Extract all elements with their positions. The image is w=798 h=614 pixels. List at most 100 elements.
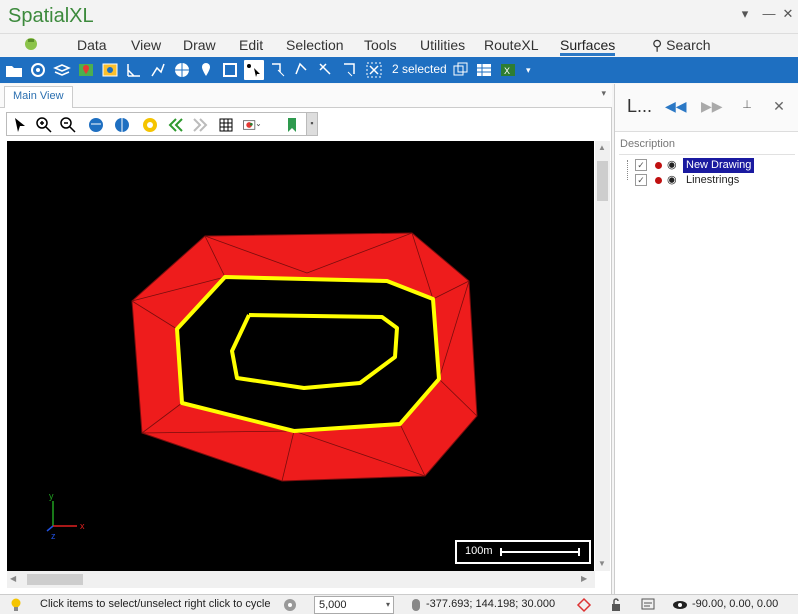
select-pointer-icon[interactable]: [244, 60, 264, 80]
scroll-up-arrow-icon[interactable]: ▲: [598, 143, 606, 152]
tab-tools[interactable]: Tools: [364, 36, 397, 56]
scroll-left-arrow-icon[interactable]: ◀: [10, 574, 16, 583]
clear-selection-icon[interactable]: [364, 60, 384, 80]
svg-text:X: X: [504, 66, 510, 76]
vertical-scrollbar[interactable]: ▲ ▼: [595, 141, 610, 571]
globe-icon[interactable]: [172, 60, 192, 80]
vertex-edit-icon[interactable]: [268, 60, 288, 80]
layer-row-linestrings[interactable]: ✓ ◉ Linestrings: [625, 173, 795, 188]
layers-panel-header: L... ◀◀ ▶▶ ⊥ ✕: [615, 84, 798, 132]
close-button[interactable]: ✕: [776, 4, 798, 24]
pointer-icon[interactable]: [10, 115, 30, 135]
vertex-remove-icon[interactable]: [340, 60, 360, 80]
status-bar: Click items to select/unselect right cli…: [0, 594, 798, 614]
tab-edit[interactable]: Edit: [239, 36, 263, 56]
panel-close-icon[interactable]: ✕: [769, 98, 789, 116]
scale-bar-line: [500, 548, 580, 556]
selection-count: 2 selected: [392, 62, 447, 76]
description-header: Description: [620, 138, 676, 150]
previous-view-icon[interactable]: [166, 115, 186, 135]
scale-wheel-icon: [282, 597, 298, 613]
zoom-in-icon[interactable]: [34, 115, 54, 135]
vertex-add-icon[interactable]: [316, 60, 336, 80]
zoom-layer-globe-icon[interactable]: [112, 115, 132, 135]
collapse-left-icon[interactable]: ◀◀: [665, 98, 687, 116]
document-tabbar: Main View ▾: [0, 84, 612, 108]
map-pin-icon[interactable]: [76, 60, 96, 80]
zoom-out-icon[interactable]: [58, 115, 78, 135]
outer-linestring[interactable]: [175, 275, 441, 433]
scale-value: 5,000: [319, 599, 347, 611]
tab-data[interactable]: Data: [77, 36, 107, 56]
axis-indicator: y x z: [46, 491, 85, 541]
tab-selection[interactable]: Selection: [286, 36, 344, 56]
layer-visibility-checkbox[interactable]: ✓: [635, 174, 647, 186]
vertex-move-icon[interactable]: [292, 60, 312, 80]
layer-visibility-checkbox[interactable]: ✓: [635, 159, 647, 171]
layers-panel-title: L...: [627, 96, 653, 116]
tab-main-view[interactable]: Main View: [4, 86, 73, 108]
export-excel-icon[interactable]: X: [498, 60, 518, 80]
lock-icon[interactable]: [608, 597, 624, 613]
search-label: Search: [666, 37, 711, 53]
status-hint: Click items to select/unselect right cli…: [40, 598, 271, 610]
map-drawing: y x z: [46, 232, 478, 541]
layers-stack-icon[interactable]: [52, 60, 72, 80]
layer-settings-icon[interactable]: [28, 60, 48, 80]
tab-surfaces[interactable]: Surfaces: [560, 36, 616, 56]
layer-name[interactable]: Linestrings: [683, 173, 742, 188]
snap-icon[interactable]: [576, 597, 592, 613]
window-menu-button[interactable]: ▾: [733, 4, 757, 24]
scale-select[interactable]: 5,000 ▾: [314, 596, 394, 614]
tab-draw[interactable]: Draw: [183, 36, 216, 56]
pin-icon[interactable]: ⊥: [737, 98, 757, 116]
zoom-extents-globe-icon[interactable]: [86, 115, 106, 135]
tab-utilities[interactable]: Utilities: [420, 36, 465, 56]
app-title: SpatialXL: [8, 5, 94, 27]
axis-z-label: z: [51, 531, 56, 541]
lightbulb-icon: [8, 597, 24, 613]
mouse-icon: [408, 597, 424, 613]
measure-angle-icon[interactable]: [124, 60, 144, 80]
cursor-coordinates: -377.693; 144.198; 30.000: [426, 598, 556, 610]
vertical-scroll-thumb[interactable]: [597, 161, 608, 201]
message-icon[interactable]: [640, 597, 656, 613]
polyline-tool-icon[interactable]: [148, 60, 168, 80]
eye-icon[interactable]: ◉: [667, 173, 677, 186]
tab-routexl[interactable]: RouteXL: [484, 36, 538, 56]
grid-icon[interactable]: [216, 115, 236, 135]
layer-row-new-drawing[interactable]: ✓ ◉ New Drawing: [625, 158, 795, 173]
next-view-icon[interactable]: [190, 115, 210, 135]
layer-name[interactable]: New Drawing: [683, 158, 755, 173]
axis-y-label: y: [49, 491, 54, 501]
document-area: Main View ▾ ▪ y x z 100m ▲ ▼ ◀ ▶: [0, 84, 612, 594]
scale-bar: 100m: [455, 540, 591, 564]
map-toolbar-overflow-button[interactable]: ▪: [306, 112, 318, 136]
tab-view[interactable]: View: [131, 36, 161, 56]
horizontal-scroll-thumb[interactable]: [27, 574, 83, 585]
header-divider: [619, 154, 795, 155]
scale-bar-label: 100m: [465, 545, 493, 557]
scroll-down-arrow-icon[interactable]: ▼: [598, 559, 606, 568]
app-logo-icon[interactable]: [22, 36, 40, 52]
copy-selection-icon[interactable]: [450, 60, 470, 80]
image-frame-icon[interactable]: [100, 60, 120, 80]
open-folder-icon[interactable]: [4, 60, 24, 80]
document-dropdown-icon[interactable]: ▾: [601, 88, 606, 99]
color-palette-icon[interactable]: [242, 115, 270, 135]
main-toolbar: 2 selected X ▾: [0, 57, 798, 83]
map-canvas[interactable]: y x z 100m: [7, 141, 594, 571]
horizontal-scrollbar[interactable]: ◀ ▶: [7, 571, 595, 588]
scroll-right-arrow-icon[interactable]: ▶: [581, 574, 587, 583]
layers-panel: L... ◀◀ ▶▶ ⊥ ✕ Description ✓ ◉ New Drawi…: [614, 84, 798, 594]
expand-right-icon[interactable]: ▶▶: [701, 98, 723, 116]
settings-gear-icon[interactable]: [140, 115, 160, 135]
chevron-down-icon: ▾: [385, 600, 390, 609]
search-button[interactable]: ⚲ Search: [652, 36, 711, 56]
select-rectangle-icon[interactable]: [220, 60, 240, 80]
bookmark-icon[interactable]: [282, 115, 302, 135]
location-marker-icon[interactable]: [196, 60, 216, 80]
attribute-table-icon[interactable]: [474, 60, 494, 80]
toolbar-overflow-icon[interactable]: ▾: [526, 60, 546, 80]
eye-icon[interactable]: ◉: [667, 158, 677, 171]
